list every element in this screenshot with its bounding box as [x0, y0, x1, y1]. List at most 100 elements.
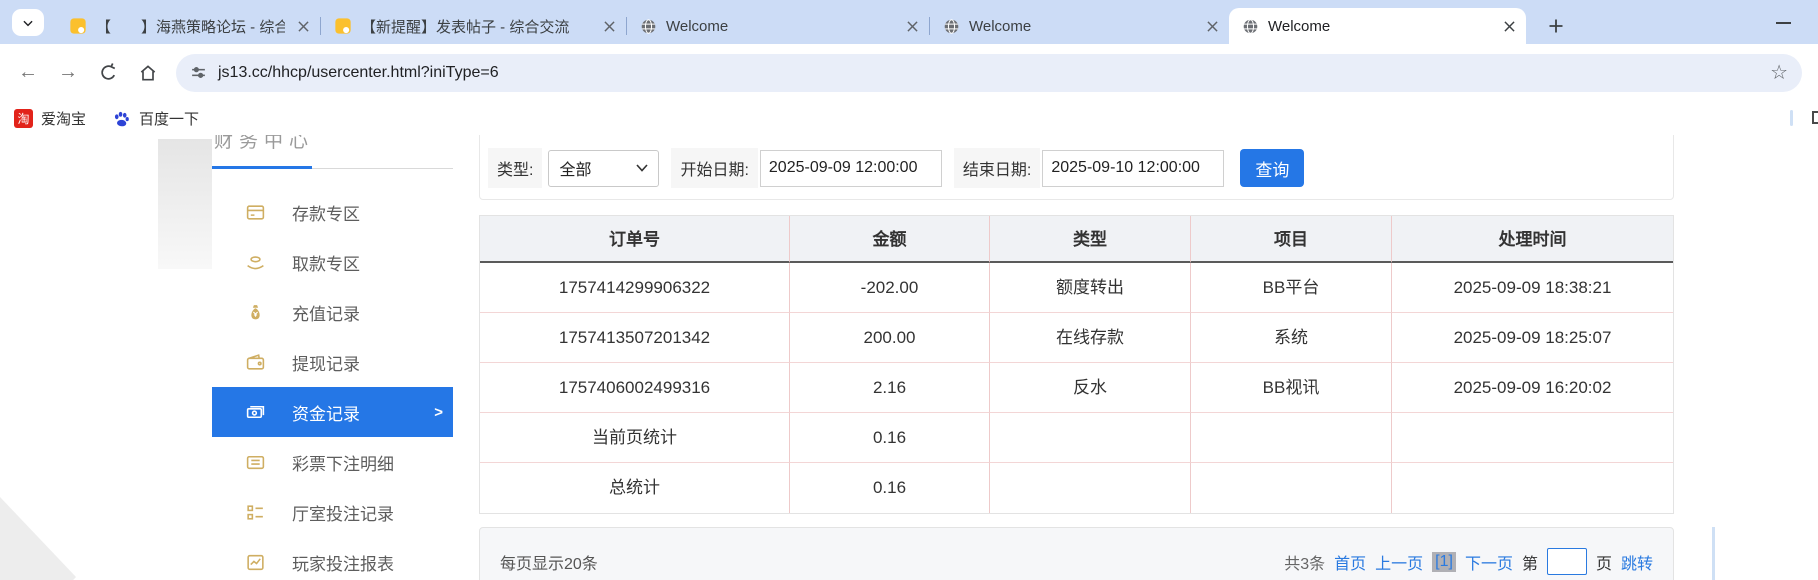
tab-forum[interactable]: 【 】海燕策略论坛 - 综合 — [56, 8, 320, 44]
tab-welcome-2[interactable]: Welcome — [930, 8, 1229, 44]
tab-welcome-active[interactable]: Welcome — [1229, 8, 1526, 44]
table-cell: 系统 — [1191, 313, 1392, 363]
pagination: 共3条 首页 上一页 [1] 下一页 第 页 跳转 — [1284, 548, 1653, 575]
sidebar-item-room-bets[interactable]: 厅室投注记录 — [212, 487, 453, 537]
table-cell: 1757406002499316 — [480, 363, 790, 413]
list-icon — [246, 455, 265, 469]
sidebar-item-label: 取款专区 — [292, 254, 360, 274]
chevron-right-icon: > — [434, 403, 443, 421]
tab-close-icon[interactable] — [903, 17, 921, 35]
table-cell: 2025-09-09 18:38:21 — [1392, 263, 1673, 313]
total-count-text: 共3条 — [1284, 555, 1326, 573]
table-cell: BB视讯 — [1191, 363, 1392, 413]
table-cell: -202.00 — [790, 263, 990, 313]
forum-favicon-icon — [335, 18, 351, 34]
table-cell: BB平台 — [1191, 263, 1392, 313]
column-header: 项目 — [1191, 216, 1392, 263]
tab-welcome-1[interactable]: Welcome — [627, 8, 929, 44]
tab-list: 【 】海燕策略论坛 - 综合 【新提醒】发表帖子 - 综合交流 Welcome … — [56, 8, 1526, 44]
table-cell: 反水 — [990, 363, 1191, 413]
bookmark-baidu[interactable]: 百度一下 — [112, 108, 199, 129]
sidebar-item-label: 充值记录 — [292, 304, 360, 324]
funds-record-table: 订单号 金额 类型 项目 处理时间 1757414299906322 -202.… — [479, 215, 1674, 514]
back-button[interactable]: ← — [16, 61, 40, 85]
forward-button[interactable]: → — [56, 61, 80, 85]
sidebar-item-label: 资金记录 — [292, 404, 360, 424]
minimize-button[interactable] — [1770, 12, 1796, 34]
table-cell — [1191, 413, 1392, 463]
sidebar-item-lottery-bets[interactable]: 彩票下注明细 — [212, 437, 453, 487]
watermark-triangle — [0, 497, 76, 580]
reload-button[interactable] — [96, 61, 120, 85]
sidebar-item-label: 彩票下注明细 — [292, 454, 394, 474]
sidebar-item-player-report[interactable]: 玩家投注报表 — [212, 537, 453, 580]
tab-post[interactable]: 【新提醒】发表帖子 - 综合交流 — [321, 8, 626, 44]
start-date-label: 开始日期: — [671, 148, 758, 188]
table-cell — [1191, 463, 1392, 513]
sidebar-title-underline — [212, 165, 453, 169]
globe-favicon-icon — [944, 18, 959, 34]
home-button[interactable] — [136, 61, 160, 85]
sidebar-item-withdraw[interactable]: 取款专区 — [212, 237, 453, 287]
wallet-icon — [246, 353, 265, 370]
address-bar[interactable]: js13.cc/hhcp/usercenter.html?iniType=6 ☆ — [176, 53, 1802, 92]
other-bookmarks-folder-icon[interactable] — [1812, 111, 1818, 124]
table-cell — [1392, 413, 1673, 463]
browser-window: 【 】海燕策略论坛 - 综合 【新提醒】发表帖子 - 综合交流 Welcome … — [0, 0, 1818, 580]
sidebar-item-label: 提现记录 — [292, 354, 360, 374]
table-cell — [990, 413, 1191, 463]
type-select[interactable]: 全部 — [548, 149, 660, 187]
plus-icon — [1549, 19, 1563, 33]
end-date-input[interactable] — [1042, 149, 1225, 187]
bookmark-aitaobao[interactable]: 淘 爱淘宝 — [14, 108, 86, 129]
tab-title: Welcome — [1268, 17, 1331, 35]
reload-icon — [100, 63, 115, 80]
filter-panel: 类型: 全部 开始日期: 结束日期: 查询 — [479, 135, 1674, 200]
sidebar-item-label: 玩家投注报表 — [292, 554, 394, 574]
sidebar-item-label: 存款专区 — [292, 204, 360, 224]
sidebar-item-deposit[interactable]: 存款专区 — [212, 187, 453, 237]
bookmark-star-icon[interactable]: ☆ — [1770, 60, 1788, 85]
table-cell: 1757414299906322 — [480, 263, 790, 313]
banknotes-icon — [246, 405, 265, 418]
tab-title: Welcome — [969, 17, 1032, 35]
table-cell: 1757413507201342 — [480, 313, 790, 363]
tab-close-icon[interactable] — [294, 17, 312, 35]
bookmark-label: 爱淘宝 — [41, 110, 87, 128]
new-tab-button[interactable] — [1542, 12, 1570, 40]
table-row-total-summary: 总统计 0.16 — [480, 463, 1673, 513]
table-cell: 2025-09-09 18:25:07 — [1392, 313, 1673, 363]
sidebar-item-recharge[interactable]: 充值记录 — [212, 287, 453, 337]
page-jump-input[interactable] — [1546, 548, 1587, 575]
tab-close-icon[interactable] — [1203, 17, 1221, 35]
current-page-indicator: [1] — [1432, 551, 1456, 572]
type-select-value: 全部 — [559, 162, 592, 179]
table-header-row: 订单号 金额 类型 项目 处理时间 — [480, 216, 1673, 263]
globe-favicon-icon — [641, 18, 656, 34]
sidebar-item-withdraw-record[interactable]: 提现记录 — [212, 337, 453, 387]
report-chart-icon — [247, 554, 264, 570]
bookmarks-bar: 淘 爱淘宝 百度一下 — [0, 101, 1818, 135]
tab-close-icon[interactable] — [1500, 17, 1518, 35]
prev-page-link[interactable]: 上一页 — [1375, 550, 1423, 574]
tab-title: 【新提醒】发表帖子 - 综合交流 — [361, 18, 570, 36]
home-icon — [140, 64, 156, 80]
tab-close-icon[interactable] — [600, 17, 618, 35]
search-button[interactable]: 查询 — [1240, 149, 1305, 187]
moneybag-icon — [251, 304, 260, 319]
sidebar-item-funds-record[interactable]: 资金记录 > — [212, 387, 453, 437]
url-text: js13.cc/hhcp/usercenter.html?iniType=6 — [218, 63, 499, 81]
table-cell: 200.00 — [790, 313, 990, 363]
start-date-input[interactable] — [759, 149, 942, 187]
tab-title: Welcome — [666, 17, 729, 35]
site-info-tune-icon — [192, 67, 205, 78]
sidebar-menu: 存款专区 取款专区 充值记录 提现记录 资金记录 > 彩票下注明细 厅室投注记录… — [212, 187, 453, 580]
jump-link[interactable]: 跳转 — [1621, 550, 1653, 574]
content-edge-line — [1712, 527, 1715, 580]
next-page-link[interactable]: 下一页 — [1465, 550, 1513, 574]
jump-suffix-label: 页 — [1595, 555, 1612, 573]
first-page-link[interactable]: 首页 — [1334, 550, 1366, 574]
baidu-paw-icon — [114, 111, 129, 126]
column-header: 订单号 — [480, 216, 790, 263]
tab-search-button[interactable] — [12, 9, 44, 36]
